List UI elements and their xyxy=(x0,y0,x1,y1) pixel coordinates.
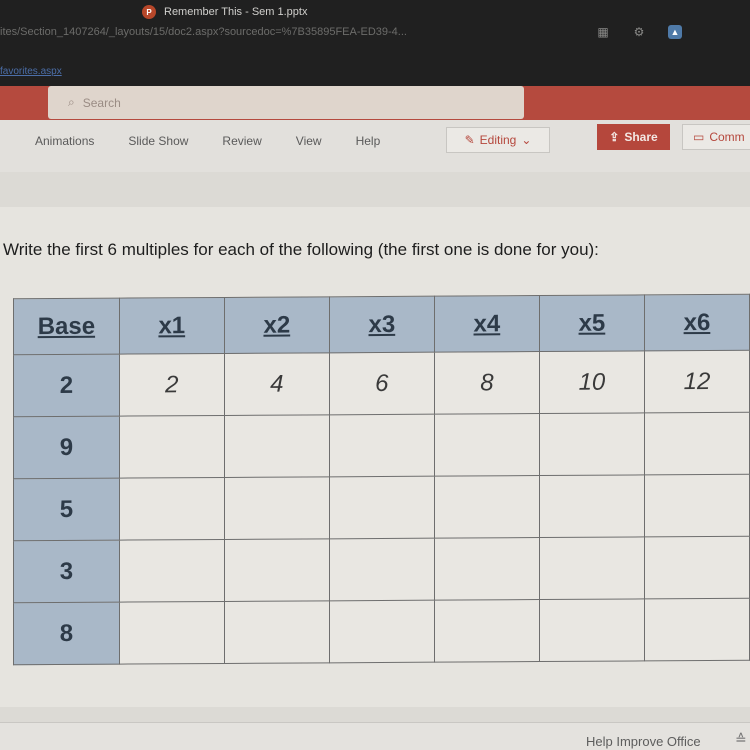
ribbon: Animations Slide Show Review View Help ✎… xyxy=(0,120,750,172)
base-cell: 5 xyxy=(13,478,120,541)
base-cell: 3 xyxy=(13,540,120,603)
multiple-cell[interactable]: 12 xyxy=(644,350,750,413)
multiple-cell[interactable] xyxy=(539,412,645,476)
base-cell: 9 xyxy=(13,416,120,479)
multiple-cell[interactable] xyxy=(644,474,750,537)
header-base: Base xyxy=(13,298,120,355)
settings-icon[interactable]: ⚙ xyxy=(632,25,646,39)
multiple-cell[interactable] xyxy=(434,537,540,601)
base-cell: 2 xyxy=(13,354,120,417)
header-x3: x3 xyxy=(329,296,435,353)
editing-label: Editing xyxy=(479,133,517,147)
tab-help[interactable]: Help xyxy=(356,134,381,148)
multiple-cell[interactable] xyxy=(434,599,540,663)
multiple-cell[interactable] xyxy=(329,476,435,539)
multiple-cell[interactable] xyxy=(644,598,750,661)
multiple-cell[interactable]: 2 xyxy=(119,353,225,417)
table-row: 5 xyxy=(13,474,750,541)
tab-slide-show[interactable]: Slide Show xyxy=(128,134,188,148)
multiple-cell[interactable] xyxy=(329,414,435,477)
powerpoint-icon: P xyxy=(142,5,156,19)
header-x6: x6 xyxy=(644,294,750,351)
header-x2: x2 xyxy=(224,296,330,354)
multiple-cell[interactable] xyxy=(224,600,330,664)
share-label: Share xyxy=(624,130,658,144)
tab-view[interactable]: View xyxy=(296,134,322,148)
share-icon: ⇪ xyxy=(609,130,620,144)
multiple-cell[interactable] xyxy=(329,538,435,601)
multiple-cell[interactable] xyxy=(539,474,645,538)
multiple-cell[interactable]: 8 xyxy=(434,351,540,415)
multiple-cell[interactable] xyxy=(224,476,330,540)
multiple-cell[interactable] xyxy=(434,413,540,477)
comments-button[interactable]: ▭ Comm xyxy=(682,124,750,150)
search-icon: ⌕ xyxy=(68,95,75,109)
status-bar: Help Improve Office ≙ xyxy=(0,722,750,750)
multiple-cell[interactable] xyxy=(224,414,330,478)
search-input[interactable]: ⌕ Search xyxy=(48,86,524,119)
table-row: 9 xyxy=(13,412,750,479)
multiple-cell[interactable] xyxy=(119,477,225,541)
editing-mode-button[interactable]: ✎ Editing ⌄ xyxy=(446,127,550,153)
header-x5: x5 xyxy=(539,294,645,352)
favorites-link[interactable]: favorites.aspx xyxy=(0,66,62,77)
tab-title: Remember This - Sem 1.pptx xyxy=(164,6,308,18)
table-header-row: Base x1 x2 x3 x4 x5 x6 xyxy=(13,294,750,355)
multiple-cell[interactable] xyxy=(434,475,540,539)
multiple-cell[interactable] xyxy=(644,412,750,475)
multiple-cell[interactable]: 10 xyxy=(539,350,645,414)
profile-icon[interactable]: ▲ xyxy=(668,25,682,39)
comment-icon: ▭ xyxy=(693,130,705,144)
header-x4: x4 xyxy=(434,295,540,353)
notes-toggle-icon[interactable]: ≙ xyxy=(735,731,747,748)
tab-review[interactable]: Review xyxy=(222,134,261,148)
table-row: 3 xyxy=(13,536,750,603)
multiple-cell[interactable] xyxy=(539,536,645,600)
tab-animations[interactable]: Animations xyxy=(35,134,94,148)
table-row: 2 2 4 6 8 10 12 xyxy=(13,350,750,417)
multiple-cell[interactable] xyxy=(644,536,750,599)
multiple-cell[interactable] xyxy=(329,600,435,663)
comments-label: Comm xyxy=(709,130,745,144)
multiple-cell[interactable]: 6 xyxy=(329,352,435,415)
table-row: 8 xyxy=(13,598,750,665)
multiple-cell[interactable] xyxy=(119,415,225,479)
header-x1: x1 xyxy=(119,297,225,355)
chevron-down-icon: ⌄ xyxy=(521,133,532,147)
search-placeholder: Search xyxy=(82,95,121,110)
browser-chrome: P Remember This - Sem 1.pptx ites/Sectio… xyxy=(0,0,750,88)
grid-icon[interactable]: ▦ xyxy=(596,25,610,39)
multiple-cell[interactable] xyxy=(224,538,330,602)
share-button[interactable]: ⇪ Share xyxy=(597,124,670,150)
slide-instruction: Write the first 6 multiples for each of … xyxy=(3,240,599,259)
multiple-cell[interactable] xyxy=(119,539,225,603)
address-bar[interactable]: ites/Section_1407264/_layouts/15/doc2.as… xyxy=(0,26,407,38)
multiple-cell[interactable] xyxy=(119,601,225,665)
browser-tab[interactable]: P Remember This - Sem 1.pptx xyxy=(142,5,307,19)
multiple-cell[interactable] xyxy=(539,598,645,662)
help-improve-office-link[interactable]: Help Improve Office xyxy=(586,734,701,749)
base-cell: 8 xyxy=(13,602,120,665)
multiples-table: Base x1 x2 x3 x4 x5 x6 2 2 4 6 8 10 12 9… xyxy=(13,294,750,666)
pencil-icon: ✎ xyxy=(464,133,475,147)
multiple-cell[interactable]: 4 xyxy=(224,352,330,416)
